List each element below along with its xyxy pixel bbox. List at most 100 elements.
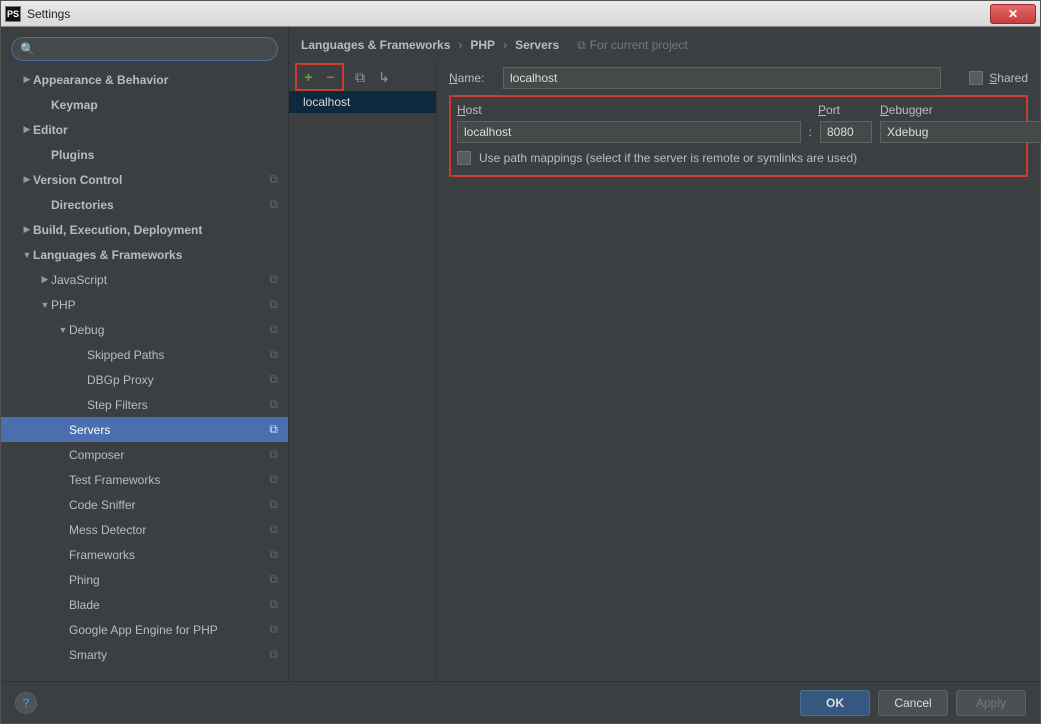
- sidebar-item[interactable]: Google App Engine for PHP⧉: [1, 617, 288, 642]
- settings-sidebar: 🔍 ▶Appearance & BehaviorKeymap▶Editor Plu…: [1, 27, 289, 681]
- copy-icon: ⧉: [263, 647, 278, 662]
- window-close-button[interactable]: ✕: [990, 4, 1036, 24]
- sidebar-item[interactable]: Servers⧉: [1, 417, 288, 442]
- sidebar-item-label: Step Filters: [87, 398, 263, 412]
- sidebar-item[interactable]: Step Filters⧉: [1, 392, 288, 417]
- sidebar-item-label: Code Sniffer: [69, 498, 263, 512]
- sidebar-item[interactable]: Code Sniffer⧉: [1, 492, 288, 517]
- sidebar-item[interactable]: Blade⧉: [1, 592, 288, 617]
- apply-button[interactable]: Apply: [956, 690, 1026, 716]
- sidebar-item[interactable]: Skipped Paths⧉: [1, 342, 288, 367]
- chevron-right-icon[interactable]: ▶: [21, 74, 33, 85]
- sidebar-item-label: Smarty: [69, 648, 263, 662]
- annotation-box-toolbar: + −: [295, 63, 344, 91]
- sidebar-item[interactable]: ▼Languages & Frameworks: [1, 242, 288, 267]
- remove-server-button[interactable]: −: [323, 69, 339, 85]
- app-icon: PS: [5, 6, 21, 22]
- annotation-box-form: Host Port Debugger : ▼: [449, 95, 1028, 177]
- window-title: Settings: [27, 7, 70, 21]
- sidebar-item-label: Languages & Frameworks: [33, 248, 278, 262]
- sidebar-item[interactable]: ▼Debug⧉: [1, 317, 288, 342]
- shared-label: Shared: [989, 71, 1028, 85]
- crumb-2[interactable]: Servers: [515, 38, 559, 52]
- sidebar-item[interactable]: Mess Detector⧉: [1, 517, 288, 542]
- sidebar-item-label: Mess Detector: [69, 523, 263, 537]
- sidebar-item[interactable]: Smarty⧉: [1, 642, 288, 667]
- sidebar-item-label: Google App Engine for PHP: [69, 623, 263, 637]
- sidebar-item-label: Composer: [69, 448, 263, 462]
- chevron-right-icon[interactable]: ▶: [21, 224, 33, 235]
- copy-icon: ⧉: [263, 197, 278, 212]
- chevron-right-icon[interactable]: ▶: [39, 274, 51, 285]
- server-list-item[interactable]: localhost: [289, 91, 436, 113]
- breadcrumb: Languages & Frameworks › PHP › Servers ⧉…: [289, 27, 1040, 63]
- sidebar-item[interactable]: Directories⧉: [1, 192, 288, 217]
- copy-icon: ⧉: [263, 522, 278, 537]
- host-port-colon: :: [809, 125, 812, 139]
- sidebar-item-label: Build, Execution, Deployment: [33, 223, 278, 237]
- settings-tree[interactable]: ▶Appearance & BehaviorKeymap▶Editor Plugi…: [1, 67, 288, 681]
- sidebar-item[interactable]: Composer⧉: [1, 442, 288, 467]
- project-scope-text: For current project: [590, 38, 688, 52]
- sidebar-item-label: Servers: [69, 423, 263, 437]
- server-list[interactable]: localhost: [289, 91, 436, 681]
- debugger-select[interactable]: [880, 121, 1041, 143]
- help-button[interactable]: ?: [15, 692, 37, 714]
- name-field[interactable]: [503, 67, 941, 89]
- sidebar-item-label: Plugins: [51, 148, 278, 162]
- path-mappings-checkbox[interactable]: [457, 151, 471, 165]
- sidebar-item[interactable]: ▶Build, Execution, Deployment: [1, 217, 288, 242]
- settings-search[interactable]: 🔍: [11, 37, 278, 61]
- copy-icon: ⧉: [263, 272, 278, 287]
- sidebar-item[interactable]: Plugins: [1, 142, 288, 167]
- chevron-down-icon[interactable]: ▼: [21, 250, 33, 260]
- host-label: Host: [457, 103, 808, 117]
- sidebar-item-label: Frameworks: [69, 548, 263, 562]
- shared-checkbox[interactable]: [969, 71, 983, 85]
- sidebar-item-label: Test Frameworks: [69, 473, 263, 487]
- sidebar-item[interactable]: DBGp Proxy⧉: [1, 367, 288, 392]
- sidebar-item[interactable]: ▶Version Control⧉: [1, 167, 288, 192]
- sidebar-item[interactable]: Frameworks⧉: [1, 542, 288, 567]
- cancel-button[interactable]: Cancel: [878, 690, 948, 716]
- host-field[interactable]: [457, 121, 801, 143]
- project-scope-hint: ⧉ For current project: [577, 38, 688, 53]
- dialog-button-bar: ? OK Cancel Apply: [1, 681, 1040, 723]
- add-server-button[interactable]: +: [301, 69, 317, 85]
- ok-button[interactable]: OK: [800, 690, 870, 716]
- sidebar-item-label: JavaScript: [51, 273, 263, 287]
- copy-icon: ⧉: [263, 297, 278, 312]
- chevron-down-icon[interactable]: ▼: [57, 325, 69, 335]
- chevron-right-icon: ›: [458, 38, 462, 52]
- chevron-down-icon[interactable]: ▼: [39, 300, 51, 310]
- server-toolbar: + − ⧉ ↳: [289, 63, 436, 91]
- sidebar-item-label: Skipped Paths: [87, 348, 263, 362]
- chevron-right-icon[interactable]: ▶: [21, 124, 33, 135]
- path-mappings-label: Use path mappings (select if the server …: [479, 151, 857, 165]
- copy-icon: ⧉: [263, 347, 278, 362]
- copy-icon: ⧉: [263, 397, 278, 412]
- server-list-column: + − ⧉ ↳ localhost: [289, 63, 437, 681]
- copy-icon: ⧉: [263, 572, 278, 587]
- sidebar-item[interactable]: ▶Appearance & Behavior: [1, 67, 288, 92]
- crumb-0[interactable]: Languages & Frameworks: [301, 38, 450, 52]
- chevron-right-icon[interactable]: ▶: [21, 174, 33, 185]
- sidebar-item[interactable]: Test Frameworks⧉: [1, 467, 288, 492]
- import-server-button[interactable]: ↳: [376, 69, 392, 85]
- sidebar-item-label: Phing: [69, 573, 263, 587]
- copy-icon: ⧉: [263, 372, 278, 387]
- search-input[interactable]: [39, 42, 269, 56]
- copy-server-button[interactable]: ⧉: [352, 69, 368, 85]
- name-label: Name:: [449, 71, 493, 85]
- copy-icon: ⧉: [263, 622, 278, 637]
- copy-icon: ⧉: [263, 422, 278, 437]
- sidebar-item[interactable]: ▼PHP⧉: [1, 292, 288, 317]
- sidebar-item[interactable]: ▶Editor: [1, 117, 288, 142]
- crumb-1[interactable]: PHP: [470, 38, 495, 52]
- sidebar-item[interactable]: ▶JavaScript⧉: [1, 267, 288, 292]
- copy-icon: ⧉: [263, 472, 278, 487]
- sidebar-item[interactable]: Phing⧉: [1, 567, 288, 592]
- port-field[interactable]: [820, 121, 872, 143]
- sidebar-item[interactable]: Keymap: [1, 92, 288, 117]
- shared-checkbox-wrap[interactable]: Shared: [969, 71, 1028, 85]
